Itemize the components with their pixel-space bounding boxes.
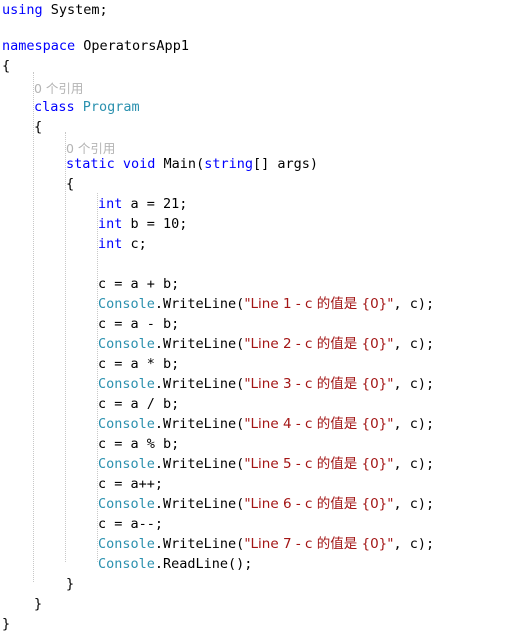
assign-expression-7: c = a--; <box>98 516 164 532</box>
keyword-int-b: int <box>98 216 123 232</box>
readline-call: .ReadLine(); <box>154 556 253 572</box>
brace-open-method: { <box>66 176 75 192</box>
writeline-call-1: .WriteLine( <box>154 296 245 312</box>
assign-expression-1: c = a + b; <box>98 276 180 292</box>
code-line-assign-1[interactable]: c = a + b; <box>98 274 179 294</box>
code-editor[interactable]: using System; namespace OperatorsApp1 { … <box>0 0 517 634</box>
writeline-call-7: .WriteLine( <box>154 536 245 552</box>
method-params-rest: [] args) <box>252 156 319 172</box>
code-line-decl-a[interactable]: int a = 21; <box>98 194 187 214</box>
writeline-call-6: .WriteLine( <box>154 496 245 512</box>
keyword-int-c: int <box>98 236 123 252</box>
keyword-static-void: static void <box>66 156 164 172</box>
string-literal-4: "Line 4 - c 的值是 {0}" <box>244 416 394 432</box>
code-line-assign-2[interactable]: c = a - b; <box>98 314 179 334</box>
codelens-class-references[interactable]: 0 个引用 <box>34 79 83 99</box>
code-line-brace-open-class[interactable]: { <box>34 117 42 137</box>
code-line-assign-5[interactable]: c = a % b; <box>98 434 179 454</box>
code-line-writeline-6[interactable]: Console.WriteLine("Line 6 - c 的值是 {0}", … <box>98 494 434 514</box>
writeline-call-4: .WriteLine( <box>154 416 245 432</box>
writeline-call-3: .WriteLine( <box>154 376 245 392</box>
type-console-readline: Console <box>98 556 155 572</box>
code-line-assign-7[interactable]: c = a--; <box>98 514 163 534</box>
writeline-call-5: .WriteLine( <box>154 456 245 472</box>
decl-c-rest: c; <box>122 236 147 252</box>
writeline-args-7: , c); <box>393 536 435 552</box>
code-line-decl-c[interactable]: int c; <box>98 234 147 254</box>
code-line-assign-3[interactable]: c = a * b; <box>98 354 179 374</box>
code-line-brace-close-namespace[interactable]: } <box>2 614 10 634</box>
decl-a-rest: a = 21; <box>122 196 188 212</box>
keyword-namespace: namespace <box>2 38 76 54</box>
code-line-brace-close-method[interactable]: } <box>66 574 74 594</box>
writeline-args-3: , c); <box>393 376 435 392</box>
brace-open-class: { <box>34 119 43 135</box>
type-console-7: Console <box>98 536 155 552</box>
code-line-using[interactable]: using System; <box>2 0 108 20</box>
string-literal-7: "Line 7 - c 的值是 {0}" <box>244 536 394 552</box>
writeline-args-5: , c); <box>393 456 435 472</box>
code-line-writeline-4[interactable]: Console.WriteLine("Line 4 - c 的值是 {0}", … <box>98 414 434 434</box>
writeline-call-2: .WriteLine( <box>154 336 245 352</box>
code-line-assign-6[interactable]: c = a++; <box>98 474 163 494</box>
brace-open-namespace: { <box>2 58 11 74</box>
type-console-5: Console <box>98 456 155 472</box>
type-console-6: Console <box>98 496 155 512</box>
code-line-decl-b[interactable]: int b = 10; <box>98 214 187 234</box>
keyword-class: class <box>34 99 75 115</box>
namespace-identifier: OperatorsApp1 <box>75 38 189 54</box>
type-console-2: Console <box>98 336 155 352</box>
keyword-int-a: int <box>98 196 123 212</box>
code-line-writeline-5[interactable]: Console.WriteLine("Line 5 - c 的值是 {0}", … <box>98 454 434 474</box>
keyword-string: string <box>204 156 253 172</box>
assign-expression-5: c = a % b; <box>98 436 180 452</box>
string-literal-1: "Line 1 - c 的值是 {0}" <box>244 296 394 312</box>
indent-guide-level-1 <box>33 72 35 582</box>
string-literal-2: "Line 2 - c 的值是 {0}" <box>244 336 394 352</box>
assign-expression-3: c = a * b; <box>98 356 180 372</box>
code-line-brace-open-method[interactable]: { <box>66 174 74 194</box>
method-identifier-main: Main <box>163 156 197 172</box>
assign-expression-2: c = a - b; <box>98 316 180 332</box>
brace-close-method: } <box>66 576 75 592</box>
type-console-4: Console <box>98 416 155 432</box>
writeline-args-4: , c); <box>393 416 435 432</box>
brace-close-namespace: } <box>2 616 11 632</box>
code-line-writeline-2[interactable]: Console.WriteLine("Line 2 - c 的值是 {0}", … <box>98 334 434 354</box>
code-line-readline[interactable]: Console.ReadLine(); <box>98 554 252 574</box>
code-line-assign-4[interactable]: c = a / b; <box>98 394 179 414</box>
writeline-args-1: , c); <box>393 296 435 312</box>
codelens-class-label: 0 个引用 <box>34 81 84 96</box>
code-line-brace-open-namespace[interactable]: { <box>2 56 10 76</box>
type-console-1: Console <box>98 296 155 312</box>
code-line-main-signature[interactable]: static void Main(string[] args) <box>66 154 318 174</box>
code-line-writeline-1[interactable]: Console.WriteLine("Line 1 - c 的值是 {0}", … <box>98 294 434 314</box>
paren-open: ( <box>196 156 205 172</box>
writeline-args-6: , c); <box>393 496 435 512</box>
decl-b-rest: b = 10; <box>122 216 188 232</box>
code-line-writeline-3[interactable]: Console.WriteLine("Line 3 - c 的值是 {0}", … <box>98 374 434 394</box>
assign-expression-4: c = a / b; <box>98 396 180 412</box>
assign-expression-6: c = a++; <box>98 476 164 492</box>
indent-guide-level-2 <box>65 132 67 562</box>
code-line-class[interactable]: class Program <box>34 97 140 117</box>
string-literal-3: "Line 3 - c 的值是 {0}" <box>244 376 394 392</box>
type-console-3: Console <box>98 376 155 392</box>
brace-close-class: } <box>34 596 43 612</box>
keyword-using: using <box>2 2 43 18</box>
using-namespace-name: System; <box>42 2 108 18</box>
code-line-writeline-7[interactable]: Console.WriteLine("Line 7 - c 的值是 {0}", … <box>98 534 434 554</box>
string-literal-6: "Line 6 - c 的值是 {0}" <box>244 496 394 512</box>
code-line-brace-close-class[interactable]: } <box>34 594 42 614</box>
code-line-namespace[interactable]: namespace OperatorsApp1 <box>2 36 189 56</box>
writeline-args-2: , c); <box>393 336 435 352</box>
class-identifier: Program <box>82 99 140 115</box>
string-literal-5: "Line 5 - c 的值是 {0}" <box>244 456 394 472</box>
